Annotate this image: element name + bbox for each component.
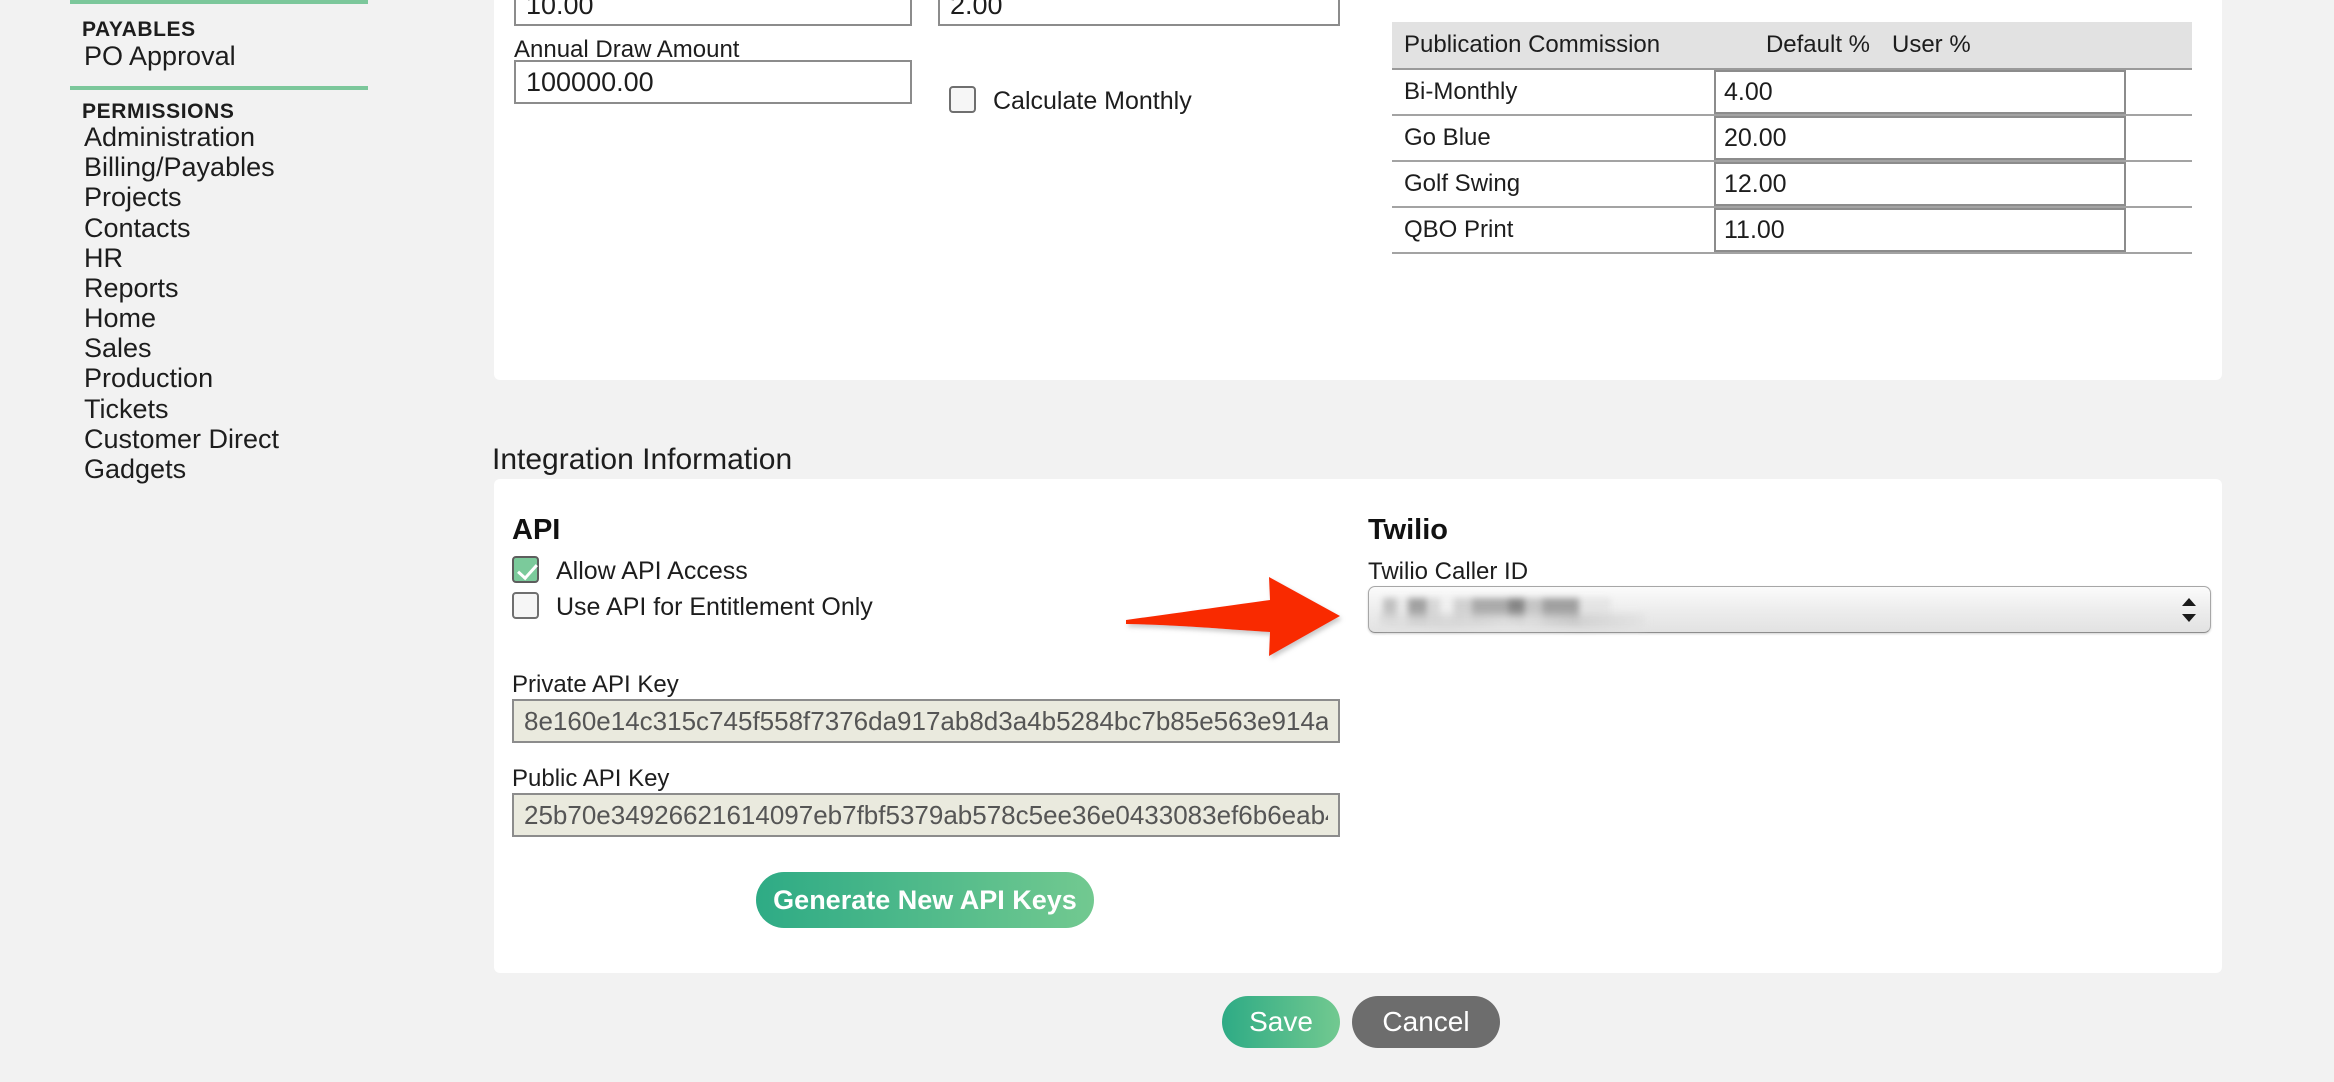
sidebar-item-reports[interactable]: Reports xyxy=(84,273,179,304)
sidebar-item-tickets[interactable]: Tickets xyxy=(84,394,169,425)
annual-draw-amount-field[interactable] xyxy=(514,60,912,104)
publication-commission-table: Publication Commission Default % User % … xyxy=(1392,22,2192,254)
sidebar-divider-top xyxy=(70,0,368,4)
private-api-key-field[interactable] xyxy=(512,699,1340,743)
row-name: Bi-Monthly xyxy=(1404,78,1518,105)
integration-information-title: Integration Information xyxy=(492,443,793,476)
sidebar-item-sales[interactable]: Sales xyxy=(84,333,152,364)
public-api-key-label: Public API Key xyxy=(512,765,670,792)
sidebar-group-title-payables: PAYABLES xyxy=(82,18,196,41)
sidebar-divider-mid xyxy=(70,86,368,90)
table-row: Golf Swing 12.00 xyxy=(1392,162,2192,208)
use-api-entitlement-only-checkbox[interactable] xyxy=(512,592,539,619)
sidebar-group-title-permissions: PERMISSIONS xyxy=(82,100,235,123)
row-user-input[interactable] xyxy=(1714,116,2126,160)
secondary-rate-field[interactable] xyxy=(938,0,1340,26)
sidebar-item-hr[interactable]: HR xyxy=(84,243,123,274)
sidebar-item-customer-direct[interactable]: Customer Direct xyxy=(84,424,279,455)
row-name: Golf Swing xyxy=(1404,170,1521,197)
sidebar-item-administration[interactable]: Administration xyxy=(84,122,255,153)
row-name: QBO Print xyxy=(1404,216,1514,243)
public-api-key-field[interactable] xyxy=(512,793,1340,837)
calculate-monthly-checkbox[interactable] xyxy=(949,86,976,113)
allow-api-access-checkbox[interactable] xyxy=(512,556,539,583)
sidebar-item-contacts[interactable]: Contacts xyxy=(84,213,191,244)
sidebar-item-projects[interactable]: Projects xyxy=(84,182,182,213)
save-button[interactable]: Save xyxy=(1222,996,1340,1048)
row-user-input[interactable] xyxy=(1714,162,2126,206)
chevron-updown-icon xyxy=(2182,597,2196,623)
table-row: QBO Print 11.00 xyxy=(1392,208,2192,254)
twilio-caller-id-label: Twilio Caller ID xyxy=(1368,558,1529,585)
twilio-caller-id-redacted-value-shadow xyxy=(1379,614,1645,628)
table-row: Go Blue 20.00 xyxy=(1392,116,2192,162)
sidebar-item-production[interactable]: Production xyxy=(84,363,213,394)
commission-rate-field[interactable] xyxy=(514,0,912,26)
cancel-button[interactable]: Cancel xyxy=(1352,996,1500,1048)
header-user-percent: User % xyxy=(1892,31,1971,58)
header-publication-commission: Publication Commission xyxy=(1404,31,1661,58)
generate-new-api-keys-button[interactable]: Generate New API Keys xyxy=(756,872,1094,928)
twilio-subsection-title: Twilio xyxy=(1368,514,1449,546)
table-header-row: Publication Commission Default % User % xyxy=(1392,22,2192,70)
app-root: PAYABLES PO Approval PERMISSIONS Adminis… xyxy=(0,0,2334,1082)
row-user-input[interactable] xyxy=(1714,208,2126,252)
twilio-caller-id-select[interactable] xyxy=(1368,586,2211,633)
calculate-monthly-label: Calculate Monthly xyxy=(993,87,1192,115)
twilio-caller-id-select-box[interactable] xyxy=(1368,586,2211,633)
sidebar-item-gadgets[interactable]: Gadgets xyxy=(84,454,186,485)
allow-api-access-label: Allow API Access xyxy=(556,557,748,585)
sidebar: PAYABLES PO Approval PERMISSIONS Adminis… xyxy=(0,0,440,1082)
private-api-key-label: Private API Key xyxy=(512,671,679,698)
api-subsection-title: API xyxy=(512,514,561,546)
header-default-percent: Default % xyxy=(1765,31,1870,58)
table-row: Bi-Monthly 4.00 xyxy=(1392,70,2192,116)
sidebar-item-po-approval[interactable]: PO Approval xyxy=(84,41,236,72)
row-name: Go Blue xyxy=(1404,124,1491,151)
sidebar-item-home[interactable]: Home xyxy=(84,303,156,334)
use-api-entitlement-only-label: Use API for Entitlement Only xyxy=(556,593,873,621)
sidebar-item-billing-payables[interactable]: Billing/Payables xyxy=(84,152,275,183)
row-user-input[interactable] xyxy=(1714,70,2126,114)
